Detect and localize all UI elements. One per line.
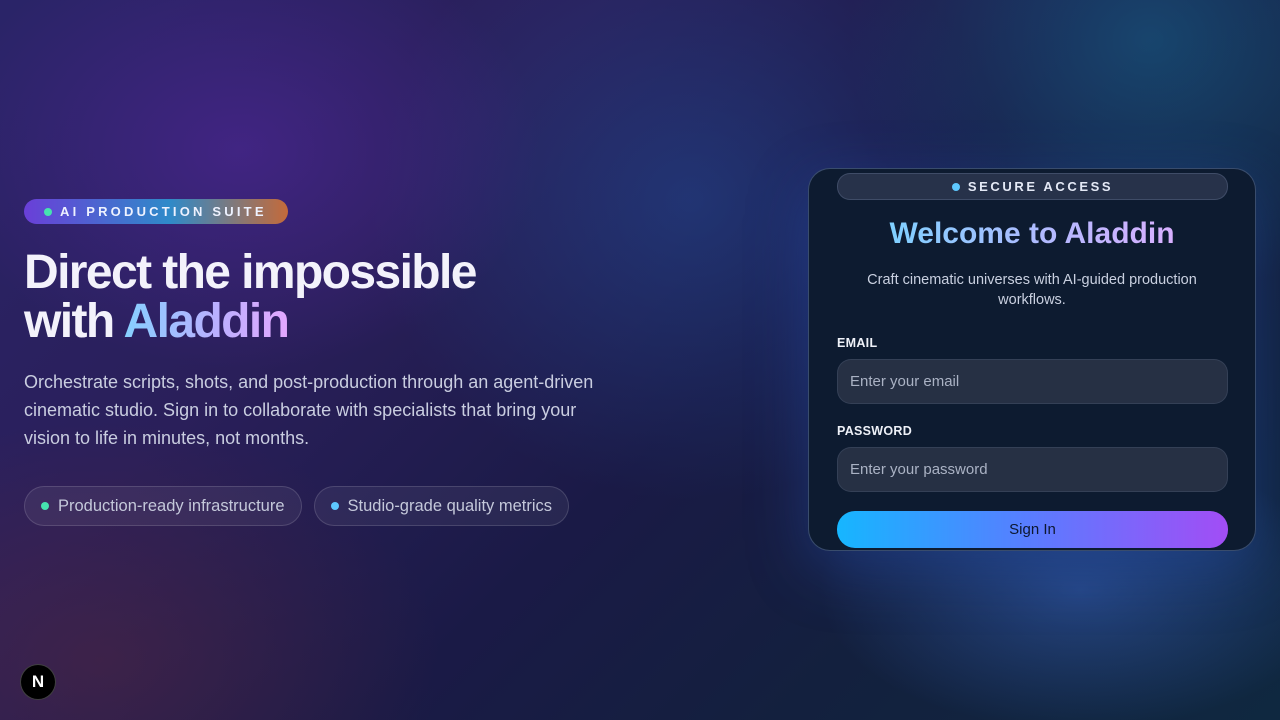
product-badge: AI PRODUCTION SUITE	[24, 199, 288, 224]
secure-access-label: SECURE ACCESS	[967, 179, 1114, 194]
hero-section: AI PRODUCTION SUITE Direct the impossibl…	[24, 199, 624, 526]
password-label: PASSWORD	[837, 424, 913, 438]
password-field[interactable]	[837, 447, 1228, 492]
hero-headline: Direct the impossible with Aladdin	[24, 248, 624, 346]
chip-dot-icon	[330, 502, 339, 510]
dev-badge-letter: N	[31, 672, 45, 691]
headline-prefix: with	[24, 295, 124, 348]
sign-in-button[interactable]: Sign In	[837, 511, 1228, 548]
chip-dot-icon	[41, 502, 49, 510]
login-subtitle: Craft cinematic universes with AI-guided…	[867, 272, 1197, 308]
email-field[interactable]	[837, 359, 1228, 404]
login-title: Welcome to Aladdin	[809, 215, 1255, 253]
status-dot-icon	[44, 207, 52, 216]
chip-label: Studio-grade quality metrics	[347, 496, 553, 515]
secure-access-tag: SECURE ACCESS	[837, 173, 1228, 200]
email-label: EMAIL	[837, 336, 878, 350]
feature-chip-quality: Studio-grade quality metrics	[313, 486, 570, 526]
chip-label: Production-ready infrastructure	[58, 496, 285, 515]
login-title-text: Welcome to Aladdin	[889, 217, 1175, 250]
feature-chip-infrastructure: Production-ready infrastructure	[24, 486, 302, 526]
feature-chips: Production-ready infrastructure Studio-g…	[24, 486, 624, 526]
headline-line-1: Direct the impossible	[24, 246, 477, 299]
product-badge-label: AI PRODUCTION SUITE	[60, 204, 267, 219]
headline-brand-accent: Aladdin	[123, 295, 290, 348]
nextjs-icon[interactable]: N	[20, 664, 56, 700]
hero-description: Orchestrate scripts, shots, and post-pro…	[24, 372, 594, 448]
status-dot-icon	[951, 182, 960, 191]
login-card: SECURE ACCESS Welcome to Aladdin Craft c…	[808, 168, 1256, 551]
